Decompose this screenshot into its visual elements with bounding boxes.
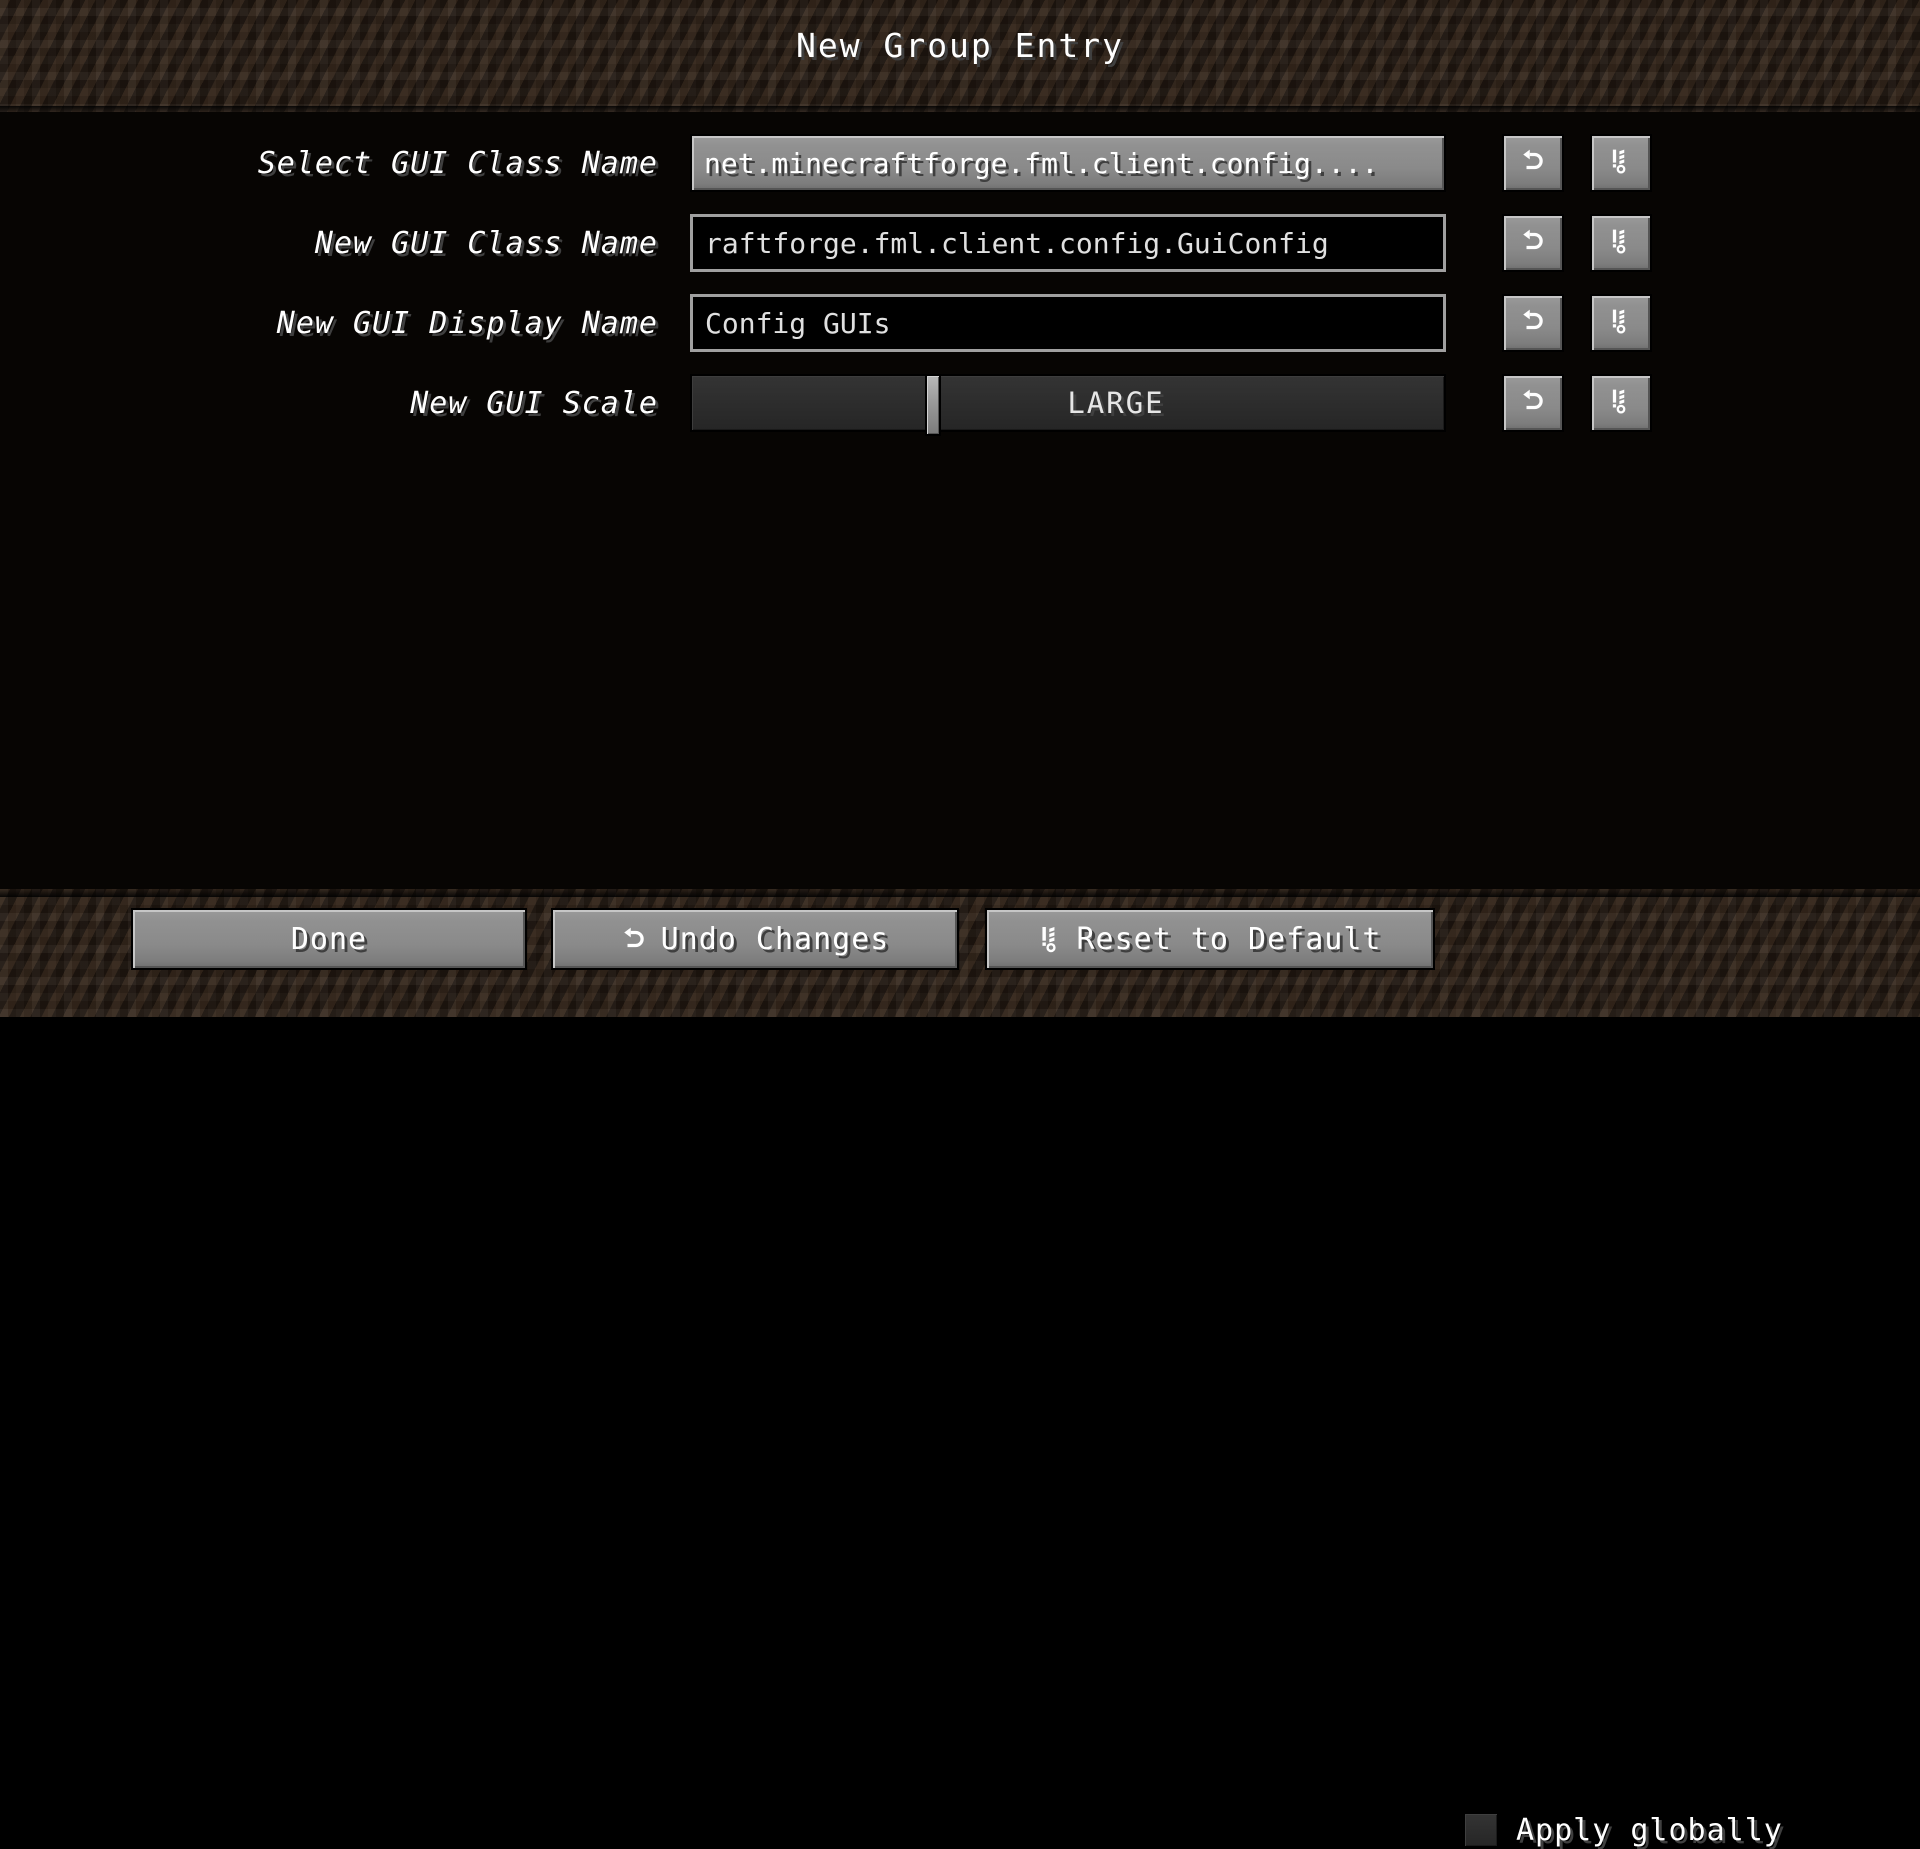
reset-to-default-button-label: Reset to Default	[1076, 921, 1382, 957]
label-new-gui-display-name: New GUI Display Name	[276, 305, 658, 341]
done-button-label: Done	[290, 921, 368, 957]
undo-arrow-icon	[621, 926, 647, 952]
undo-button-row-1[interactable]	[1502, 134, 1564, 192]
minecraft-config-screen: New Group Entry Select GUI Class Name ne…	[0, 0, 1920, 1849]
reset-to-default-icon	[1039, 925, 1063, 953]
new-gui-scale-value: LARGE	[1067, 386, 1165, 420]
reset-to-default-icon	[1609, 148, 1633, 178]
label-new-gui-scale: New GUI Scale	[410, 385, 658, 421]
new-gui-class-name-input[interactable]: raftforge.fml.client.config.GuiConfig	[690, 214, 1446, 272]
control-new-gui-class-name: raftforge.fml.client.config.GuiConfig	[690, 214, 1446, 272]
undo-button-row-2[interactable]	[1502, 214, 1564, 272]
undo-arrow-icon	[1520, 308, 1546, 338]
slider-knob[interactable]	[924, 374, 941, 436]
new-gui-display-name-input[interactable]: Config GUIs	[690, 294, 1446, 352]
undo-arrow-icon	[1520, 148, 1546, 178]
footer-bar: Done Undo Changes Reset to Default Apply…	[0, 889, 1920, 1849]
done-button[interactable]: Done	[131, 908, 527, 970]
header-bar: New Group Entry	[0, 0, 1920, 112]
reset-button-row-4[interactable]	[1590, 374, 1652, 432]
undo-arrow-icon	[1520, 388, 1546, 418]
config-row-new-gui-class-name: New GUI Class Name raftforge.fml.client.…	[0, 210, 1920, 276]
undo-changes-button[interactable]: Undo Changes	[551, 908, 959, 970]
reset-to-default-button[interactable]: Reset to Default	[985, 908, 1435, 970]
reset-button-row-1[interactable]	[1590, 134, 1652, 192]
select-gui-class-name-button[interactable]: net.minecraftforge.fml.client.config....	[690, 134, 1446, 192]
undo-button-row-4[interactable]	[1502, 374, 1564, 432]
config-entry-list: Select GUI Class Name net.minecraftforge…	[0, 112, 1920, 889]
page-title: New Group Entry	[795, 26, 1124, 65]
undo-button-row-3[interactable]	[1502, 294, 1564, 352]
config-row-new-gui-display-name: New GUI Display Name Config GUIs	[0, 290, 1920, 356]
apply-globally-checkbox-row[interactable]: Apply globally	[1462, 1811, 1783, 1849]
new-gui-scale-slider[interactable]: LARGE	[690, 374, 1446, 436]
control-new-gui-display-name: Config GUIs	[690, 294, 1446, 352]
reset-to-default-icon	[1609, 388, 1633, 418]
reset-button-row-2[interactable]	[1590, 214, 1652, 272]
reset-button-row-3[interactable]	[1590, 294, 1652, 352]
reset-to-default-icon	[1609, 308, 1633, 338]
config-row-select-gui-class-name: Select GUI Class Name net.minecraftforge…	[0, 130, 1920, 196]
control-new-gui-scale: LARGE	[690, 374, 1446, 436]
label-select-gui-class-name: Select GUI Class Name	[257, 145, 658, 181]
apply-globally-checkbox[interactable]	[1462, 1811, 1500, 1849]
label-new-gui-class-name: New GUI Class Name	[314, 225, 658, 261]
apply-globally-label: Apply globally	[1516, 1812, 1783, 1848]
undo-arrow-icon	[1520, 228, 1546, 258]
control-select-gui-class-name: net.minecraftforge.fml.client.config....	[690, 134, 1446, 192]
config-row-new-gui-scale: New GUI Scale LARGE	[0, 370, 1920, 436]
reset-to-default-icon	[1609, 228, 1633, 258]
undo-changes-button-label: Undo Changes	[660, 921, 890, 957]
